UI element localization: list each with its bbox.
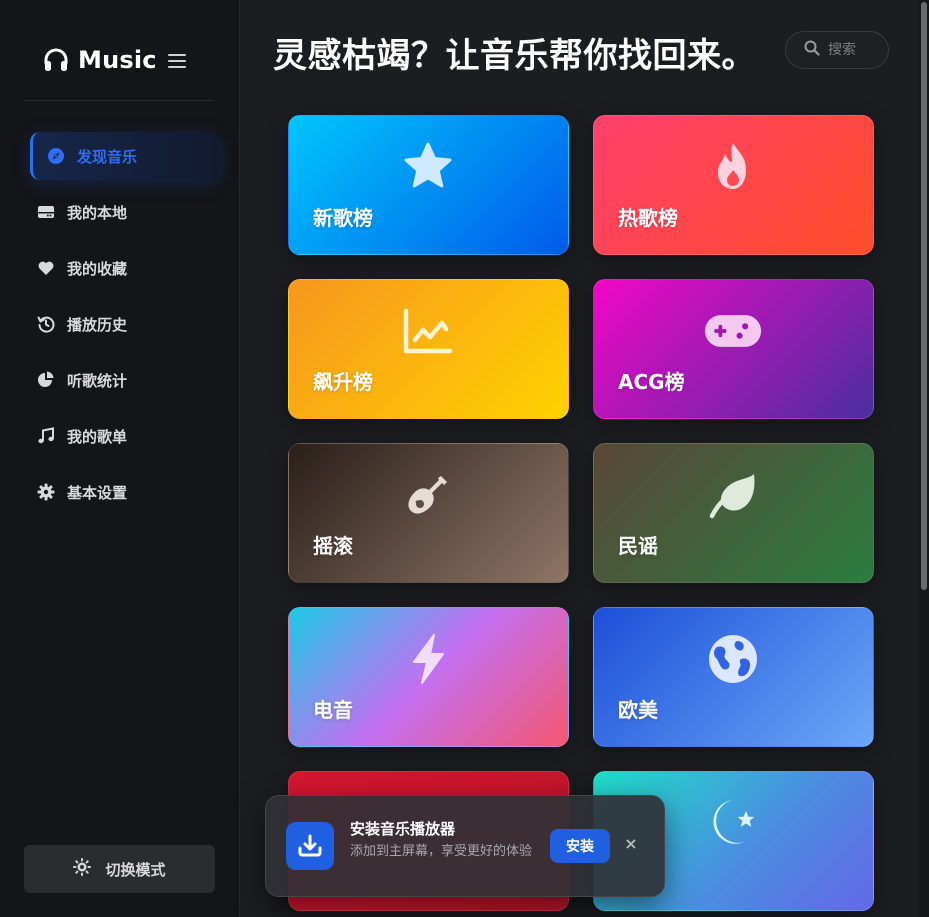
card-electronic[interactable]: 电音 xyxy=(288,607,569,747)
sidebar-item-history[interactable]: 播放历史 xyxy=(30,300,220,348)
card-label: 民谣 xyxy=(618,534,658,558)
compass-icon xyxy=(46,146,66,166)
fire-icon xyxy=(704,138,762,196)
trending-chart-icon xyxy=(399,302,457,360)
sidebar-item-label: 播放历史 xyxy=(67,315,128,334)
card-label: 电音 xyxy=(313,698,353,722)
main-content: 灵感枯竭？让音乐帮你找回来。 新歌榜 热歌榜 飙升榜 xyxy=(240,0,929,917)
sidebar-item-label: 我的收藏 xyxy=(67,259,128,278)
sidebar-item-discover[interactable]: 发现音乐 xyxy=(30,132,220,180)
pie-chart-icon xyxy=(36,370,56,390)
globe-icon xyxy=(704,630,762,688)
card-label: 飙升榜 xyxy=(313,370,373,394)
sidebar-item-playlists[interactable]: 我的歌单 xyxy=(30,412,220,460)
card-folk[interactable]: 民谣 xyxy=(593,443,874,583)
card-hot-songs[interactable]: 热歌榜 xyxy=(593,115,874,255)
scrollbar-thumb[interactable] xyxy=(921,2,927,590)
sidebar-item-settings[interactable]: 基本设置 xyxy=(30,468,220,516)
app-window: Music 发现音乐 我的本地 我的收藏 播放历史 听歌统计 我的歌单 基本设置… xyxy=(0,0,929,917)
card-label: 热歌榜 xyxy=(618,206,678,230)
sidebar-item-label: 发现音乐 xyxy=(77,147,138,166)
card-rock[interactable]: 摇滚 xyxy=(288,443,569,583)
install-description: 添加到主屏幕，享受更好的体验 xyxy=(350,844,533,859)
card-label: 欧美 xyxy=(618,698,658,722)
gamepad-icon xyxy=(704,302,762,360)
search-input[interactable] xyxy=(828,42,878,58)
card-western[interactable]: 欧美 xyxy=(593,607,874,747)
close-icon[interactable]: × xyxy=(622,834,640,856)
heart-icon xyxy=(36,258,56,278)
leaf-icon xyxy=(704,466,762,524)
card-label: 新歌榜 xyxy=(313,206,373,230)
card-label: ACG榜 xyxy=(618,370,685,394)
search-icon xyxy=(804,40,820,60)
card-acg[interactable]: ACG榜 xyxy=(593,279,874,419)
install-title: 安装音乐播放器 xyxy=(350,820,456,838)
brand[interactable]: Music xyxy=(42,46,157,74)
download-icon xyxy=(286,822,334,870)
music-note-icon xyxy=(36,426,56,446)
sidebar-item-label: 听歌统计 xyxy=(67,371,128,390)
card-rising-songs[interactable]: 飙升榜 xyxy=(288,279,569,419)
switch-mode-button[interactable]: 切换模式 xyxy=(24,845,215,893)
divider xyxy=(24,100,214,101)
history-icon xyxy=(36,314,56,334)
hard-drive-icon xyxy=(36,202,56,222)
sidebar-item-stats[interactable]: 听歌统计 xyxy=(30,356,220,404)
scrollbar[interactable] xyxy=(919,0,929,917)
star-icon xyxy=(399,138,457,196)
headphones-icon xyxy=(42,46,70,74)
sidebar-item-favorites[interactable]: 我的收藏 xyxy=(30,244,220,292)
gear-icon xyxy=(36,482,56,502)
sidebar: Music 发现音乐 我的本地 我的收藏 播放历史 听歌统计 我的歌单 基本设置… xyxy=(0,0,240,917)
hamburger-icon[interactable] xyxy=(166,50,188,72)
card-new-songs[interactable]: 新歌榜 xyxy=(288,115,569,255)
sidebar-item-label: 基本设置 xyxy=(67,483,128,502)
lightning-icon xyxy=(399,630,457,688)
app-name: Music xyxy=(78,46,157,74)
card-label: 摇滚 xyxy=(313,534,353,558)
page-title: 灵感枯竭？让音乐帮你找回来。 xyxy=(273,36,756,76)
moon-star-icon xyxy=(704,794,762,852)
install-button[interactable]: 安装 xyxy=(550,829,610,863)
sidebar-item-local[interactable]: 我的本地 xyxy=(30,188,220,236)
switch-mode-label: 切换模式 xyxy=(105,860,166,879)
sidebar-nav: 发现音乐 我的本地 我的收藏 播放历史 听歌统计 我的歌单 基本设置 xyxy=(30,132,220,524)
search-box[interactable] xyxy=(785,31,889,69)
sidebar-item-label: 我的本地 xyxy=(67,203,128,222)
sidebar-item-label: 我的歌单 xyxy=(67,427,128,446)
guitar-icon xyxy=(399,466,457,524)
install-prompt: 安装音乐播放器 添加到主屏幕，享受更好的体验 安装 × xyxy=(265,795,665,897)
sun-icon xyxy=(73,858,92,880)
